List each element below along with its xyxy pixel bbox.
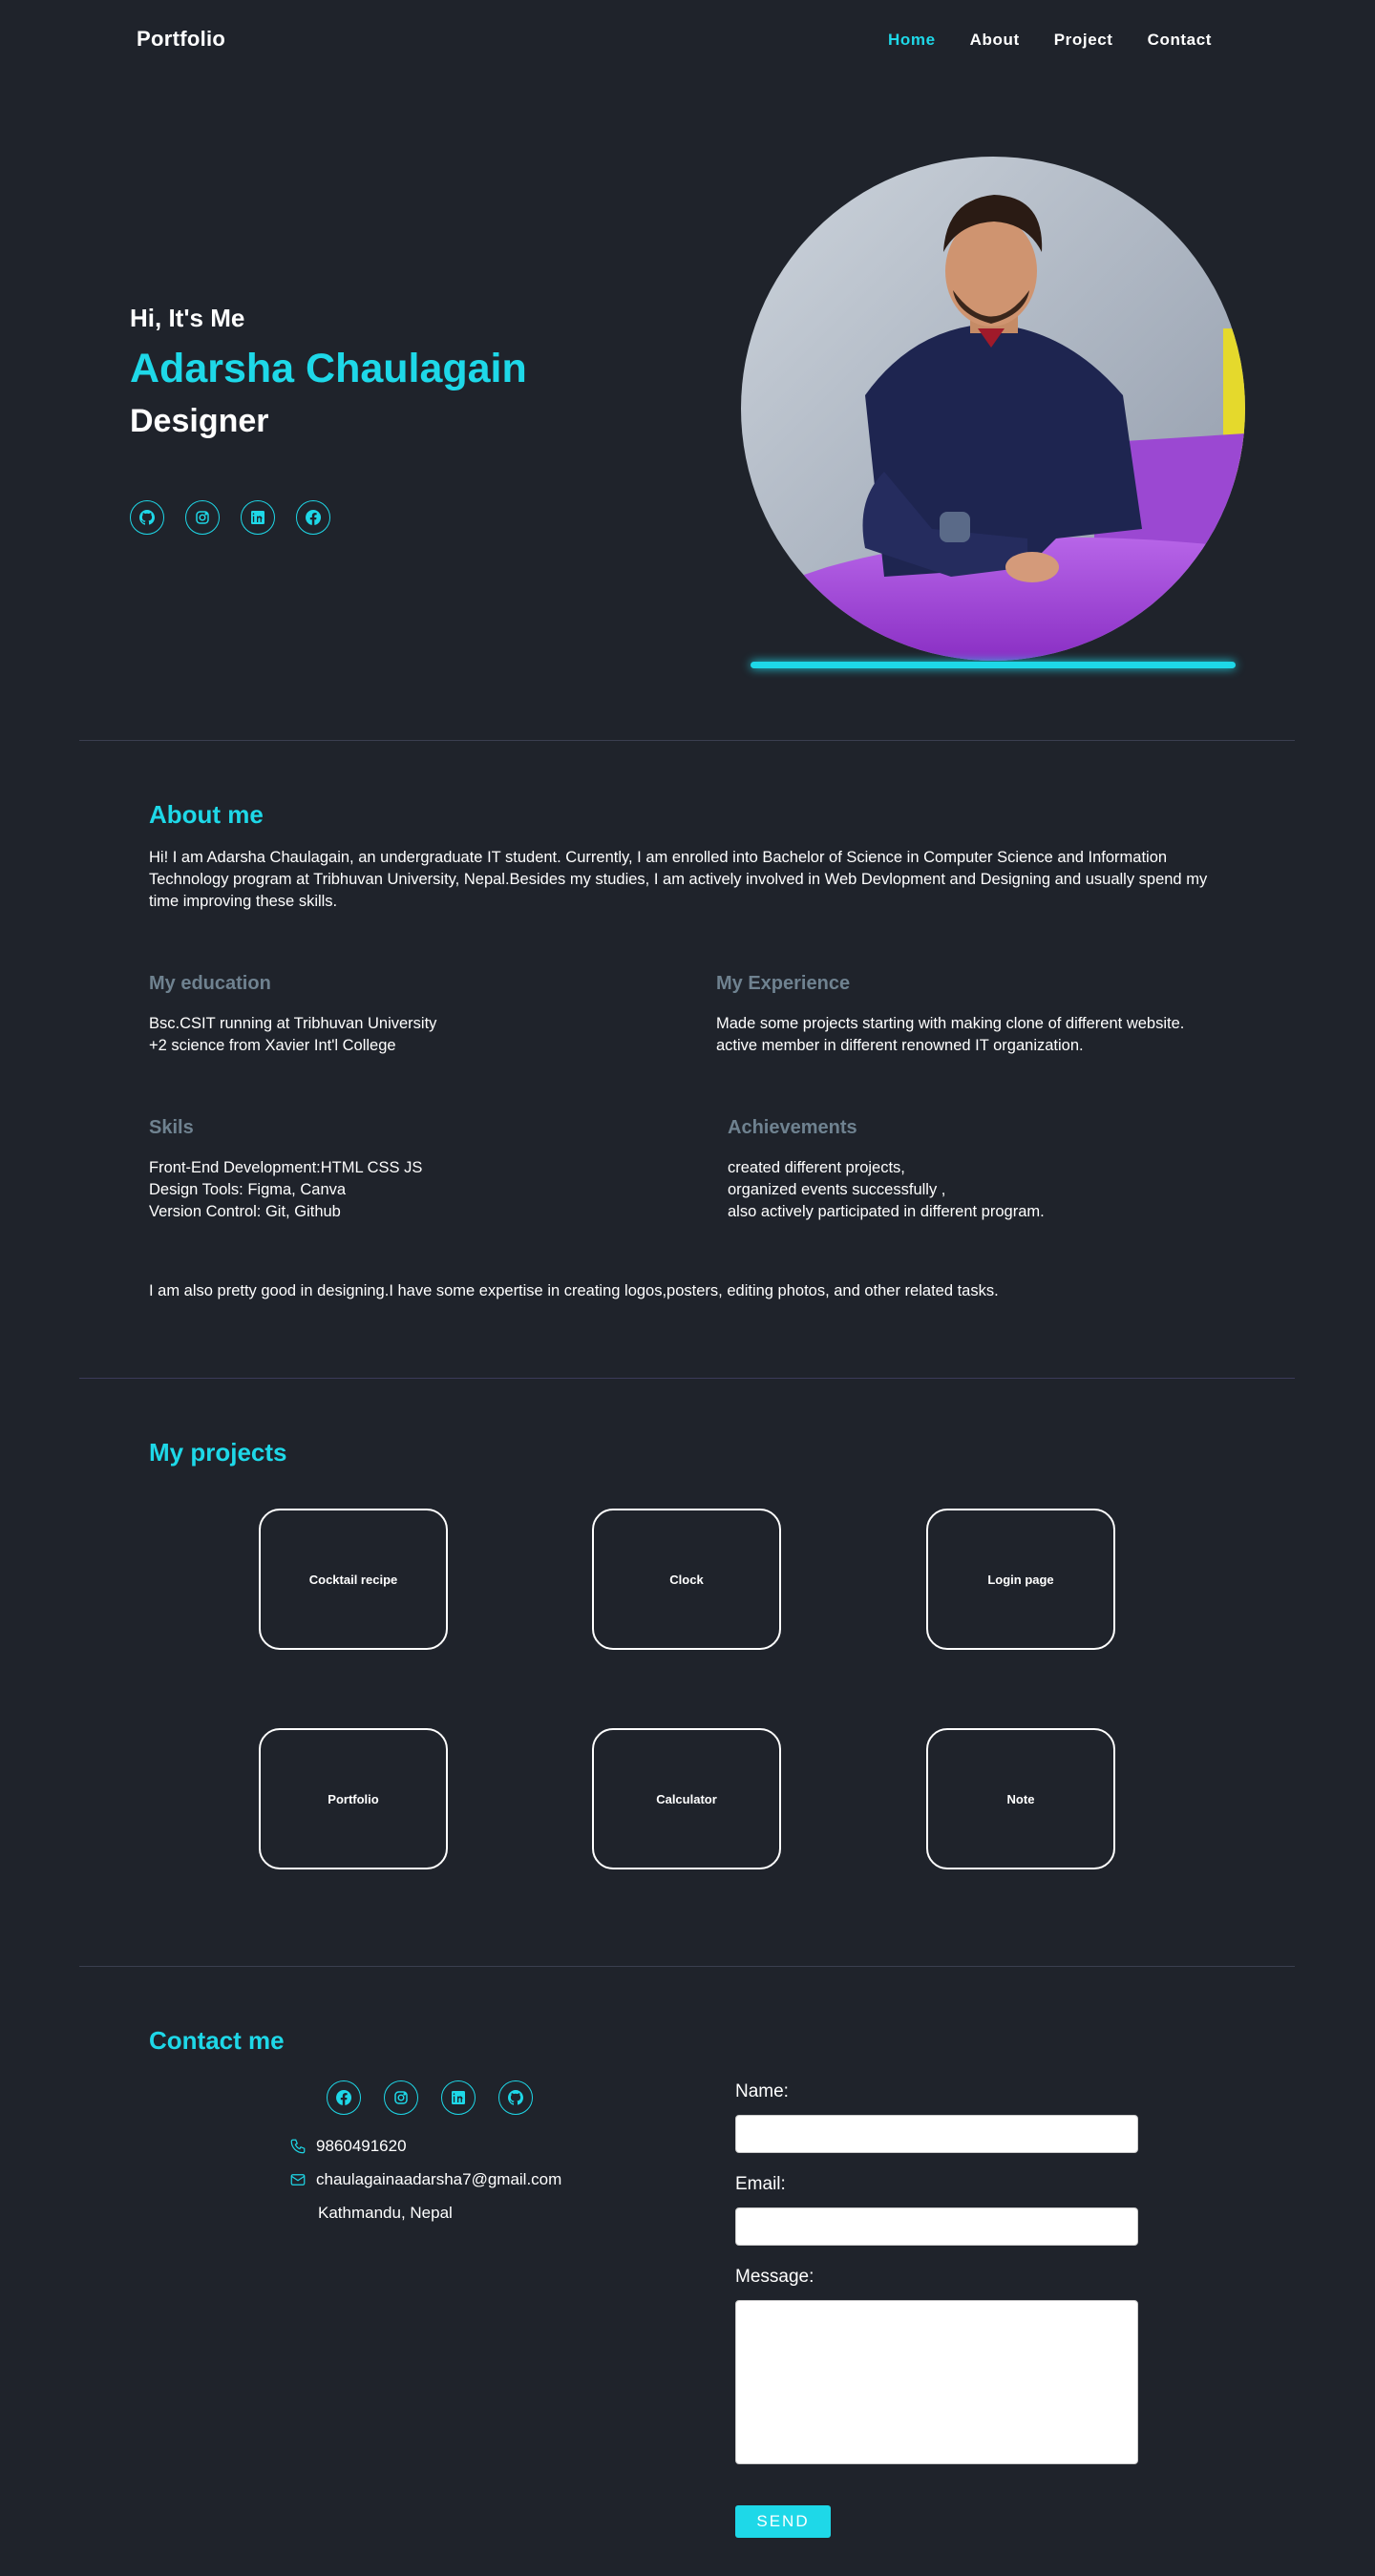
education-item: Bsc.CSIT running at Tribhuvan University	[149, 1015, 437, 1032]
contact-email: chaulagainaadarsha7@gmail.com	[289, 2170, 561, 2189]
section-divider	[79, 1378, 1295, 1379]
project-card-label: Clock	[669, 1572, 704, 1587]
mail-icon	[290, 2174, 306, 2185]
project-card-label: Calculator	[656, 1791, 717, 1806]
contact-phone: 9860491620	[289, 2137, 407, 2156]
send-button[interactable]: SEND	[735, 2505, 831, 2538]
message-label: Message:	[735, 2267, 814, 2287]
skills-item: Version Control: Git, Github	[149, 1203, 341, 1220]
contact-location-text: Kathmandu, Nepal	[318, 2204, 453, 2222]
achievements-title: Achievements	[728, 1117, 857, 1138]
hero-social-links	[130, 500, 330, 535]
contact-title: Contact me	[149, 2026, 285, 2055]
profile-photo	[741, 157, 1245, 661]
github-icon[interactable]	[130, 500, 164, 535]
hero-role: Designer	[130, 403, 269, 439]
project-card-label: Login page	[987, 1572, 1054, 1587]
brand-logo[interactable]: Portfolio	[137, 27, 225, 52]
skills-title: Skils	[149, 1117, 194, 1138]
project-card-portfolio[interactable]: Portfolio	[259, 1728, 448, 1869]
contact-location: Kathmandu, Nepal	[318, 2204, 453, 2223]
top-nav: Portfolio Home About Project Contact	[0, 0, 1375, 80]
achievements-item: organized events successfully ,	[728, 1181, 946, 1198]
project-card-calculator[interactable]: Calculator	[592, 1728, 781, 1869]
nav-link-project[interactable]: Project	[1054, 31, 1113, 50]
hero-name: Adarsha Chaulagain	[130, 346, 527, 391]
facebook-icon[interactable]	[296, 500, 330, 535]
phone-icon	[290, 2139, 306, 2154]
project-card-label: Cocktail recipe	[308, 1572, 398, 1587]
experience-item: active member in different renowned IT o…	[716, 1037, 1084, 1054]
experience-title: My Experience	[716, 973, 851, 994]
project-card-label: Portfolio	[328, 1791, 379, 1806]
experience-item: Made some projects starting with making …	[716, 1015, 1185, 1032]
nav-link-home[interactable]: Home	[888, 31, 936, 50]
education-item: +2 science from Xavier Int'l College	[149, 1037, 396, 1054]
skills-item: Design Tools: Figma, Canva	[149, 1181, 347, 1198]
projects-title: My projects	[149, 1438, 287, 1467]
instagram-icon[interactable]	[384, 2080, 418, 2115]
email-input[interactable]	[735, 2207, 1138, 2246]
contact-social-links	[327, 2080, 533, 2115]
about-intro: Hi! I am Adarsha Chaulagain, an undergra…	[149, 849, 1208, 910]
project-card-login-page[interactable]: Login page	[926, 1509, 1115, 1650]
section-divider	[79, 740, 1295, 741]
about-outro: I am also pretty good in designing.I hav…	[149, 1282, 999, 1299]
skills-item: Front-End Development:HTML CSS JS	[149, 1159, 423, 1176]
nav-link-about[interactable]: About	[970, 31, 1020, 50]
achievements-item: also actively participated in different …	[728, 1203, 1045, 1220]
contact-email-text[interactable]: chaulagainaadarsha7@gmail.com	[316, 2170, 561, 2189]
facebook-icon[interactable]	[327, 2080, 361, 2115]
email-label: Email:	[735, 2174, 786, 2194]
section-divider	[79, 1966, 1295, 1967]
achievements-item: created different projects,	[728, 1159, 905, 1176]
linkedin-icon[interactable]	[241, 500, 275, 535]
education-title: My education	[149, 973, 271, 994]
name-input[interactable]	[735, 2115, 1138, 2153]
about-title: About me	[149, 800, 264, 829]
contact-phone-text: 9860491620	[316, 2137, 407, 2155]
name-label: Name:	[735, 2081, 789, 2101]
message-textarea[interactable]	[735, 2300, 1138, 2464]
project-card-cocktail-recipe[interactable]: Cocktail recipe	[259, 1509, 448, 1650]
instagram-icon[interactable]	[185, 500, 220, 535]
nav-links: Home About Project Contact	[888, 31, 1212, 50]
photo-underline	[751, 662, 1236, 668]
nav-link-contact[interactable]: Contact	[1148, 31, 1212, 50]
project-card-note[interactable]: Note	[926, 1728, 1115, 1869]
linkedin-icon[interactable]	[441, 2080, 476, 2115]
project-card-clock[interactable]: Clock	[592, 1509, 781, 1650]
hero-greeting: Hi, It's Me	[130, 304, 245, 332]
github-icon[interactable]	[498, 2080, 533, 2115]
project-card-label: Note	[1006, 1791, 1035, 1806]
